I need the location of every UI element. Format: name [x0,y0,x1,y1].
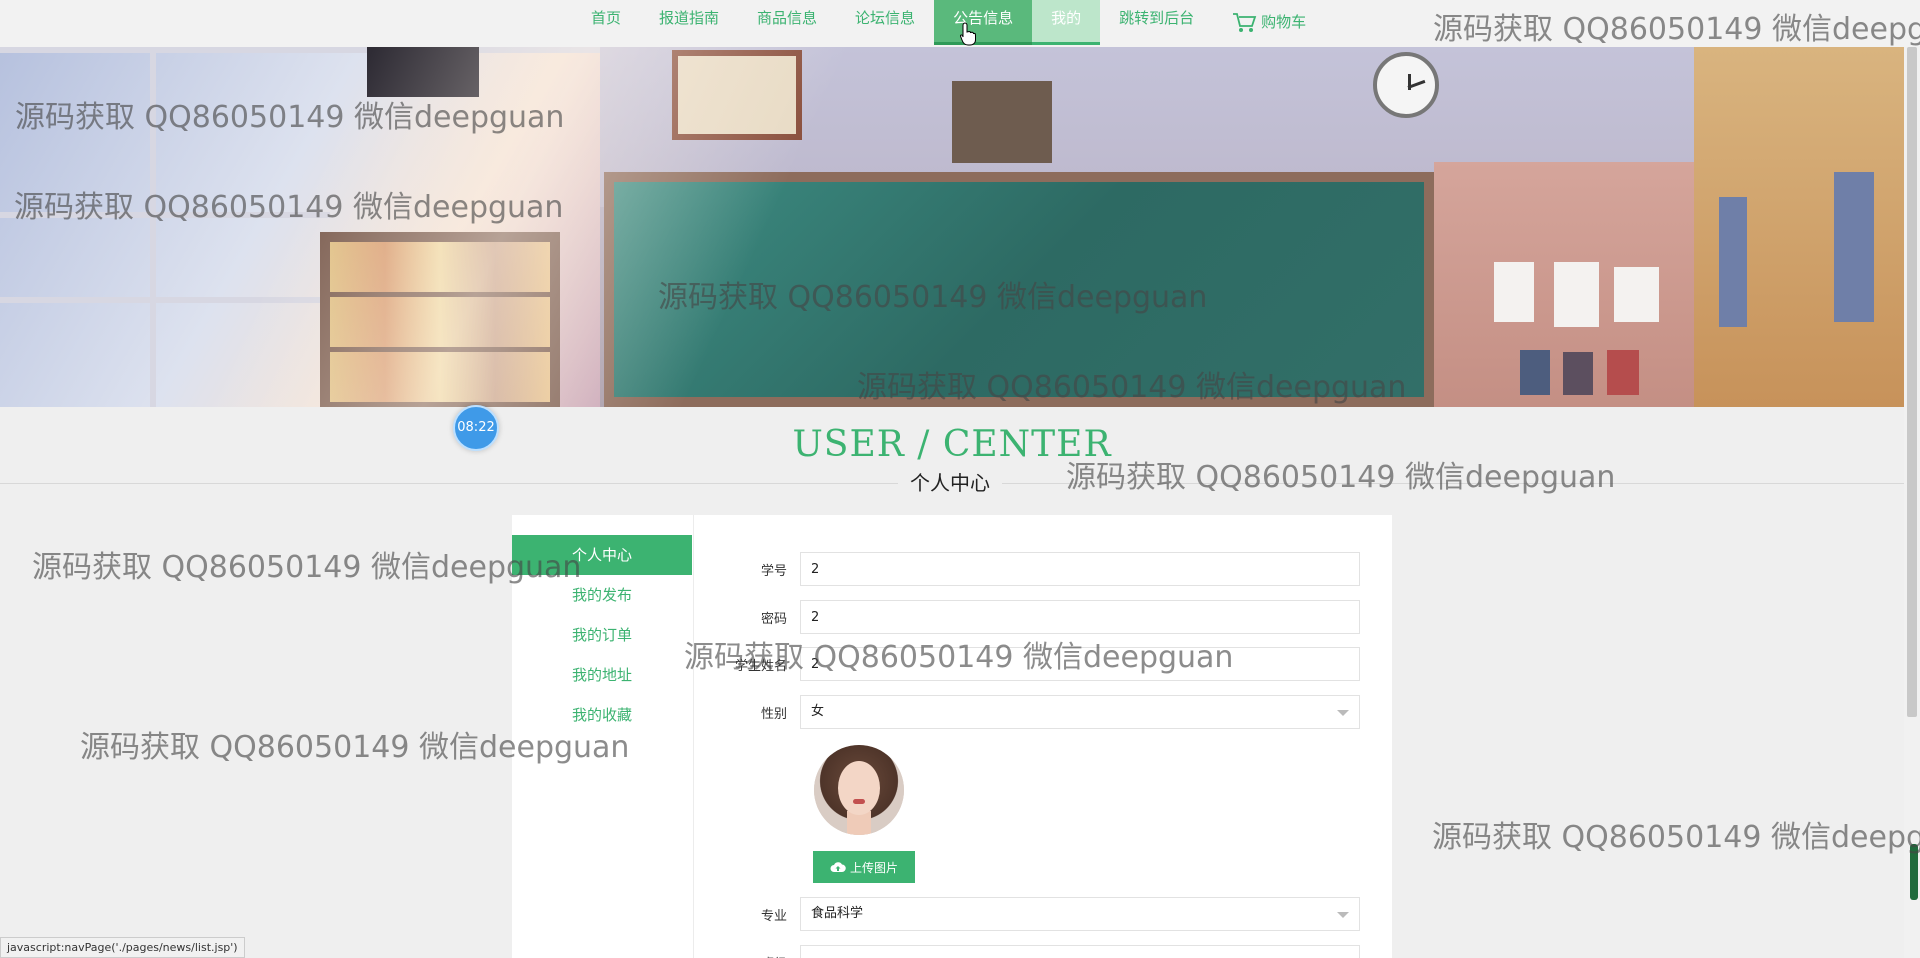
class-select[interactable]: ... [800,945,1360,958]
side-item-my-orders[interactable]: 我的订单 [512,615,692,655]
browser-status-bar: javascript:navPage('./pages/news/list.js… [0,937,245,958]
user-side-menu: 个人中心 我的发布 我的订单 我的地址 我的收藏 [512,535,692,735]
cart-label: 购物车 [1261,13,1307,31]
clock-icon [1373,52,1439,118]
nav-item-forum[interactable]: 论坛信息 [836,0,934,45]
form-row-student-name: 学生姓名 [700,647,1373,681]
nav-item-guide[interactable]: 报道指南 [640,0,738,45]
password-label: 密码 [760,611,787,627]
scrollbar-thumb[interactable] [1907,47,1917,717]
student-name-label: 学生姓名 [734,658,787,674]
banner-image [0,47,1904,407]
nav-item-notice[interactable]: 公告信息 [934,0,1033,45]
nav-item-admin[interactable]: 跳转到后台 [1100,0,1213,45]
form-row-class: 班级 ... [700,945,1373,958]
back-to-top-handle[interactable] [1910,844,1918,900]
upload-image-button[interactable]: 上传图片 [813,851,915,883]
side-item-my-posts[interactable]: 我的发布 [512,575,692,615]
form-row-student-id: 学号 [700,552,1373,586]
cart-icon [1233,12,1257,32]
gender-label: 性别 [760,706,787,722]
nav-item-home[interactable]: 首页 [572,0,640,45]
cloud-upload-icon [830,862,846,872]
form-row-password: 密码 [700,600,1373,634]
nav-item-goods[interactable]: 商品信息 [738,0,836,45]
avatar [814,745,904,835]
page-scrollbar[interactable] [1904,47,1920,958]
sidebar-divider [693,515,694,958]
side-item-profile[interactable]: 个人中心 [512,535,692,575]
watermark: 源码获取 QQ86050149 微信deepguan [1432,820,1920,855]
gender-value: 女 [811,704,825,719]
major-label: 专业 [760,908,787,924]
hand-cursor-icon [960,22,976,46]
section-title-en: USER / CENTER [792,424,1112,465]
class-value: ... [811,954,823,958]
password-input[interactable] [800,600,1360,634]
student-id-input[interactable] [800,552,1360,586]
banner-door [1694,47,1904,407]
section-title-cn: 个人中心 [898,468,1002,498]
form-row-gender: 性别 女 [700,695,1373,729]
form-row-major: 专业 食品科学 [700,897,1373,931]
student-id-label: 学号 [760,563,787,579]
class-label: 班级 [700,953,800,958]
nav-list: 首页 报道指南 商品信息 论坛信息 公告信息 我的 跳转到后台 购物车 [572,0,1325,45]
major-value: 食品科学 [811,906,864,921]
side-item-my-favorites[interactable]: 我的收藏 [512,695,692,735]
side-item-my-address[interactable]: 我的地址 [512,655,692,695]
upload-label: 上传图片 [849,860,898,875]
student-name-input[interactable] [800,647,1360,681]
banner-speaker [952,81,1052,163]
banner-light-beam [200,47,900,407]
chevron-down-icon [1337,710,1349,716]
nav-item-cart[interactable]: 购物车 [1213,0,1325,45]
major-select[interactable]: 食品科学 [800,897,1360,931]
nav-item-mine[interactable]: 我的 [1032,0,1101,45]
watermark: 源码获取 QQ86050149 微信deepguan [32,550,582,585]
chevron-down-icon [1337,912,1349,918]
gender-select[interactable]: 女 [800,695,1360,729]
